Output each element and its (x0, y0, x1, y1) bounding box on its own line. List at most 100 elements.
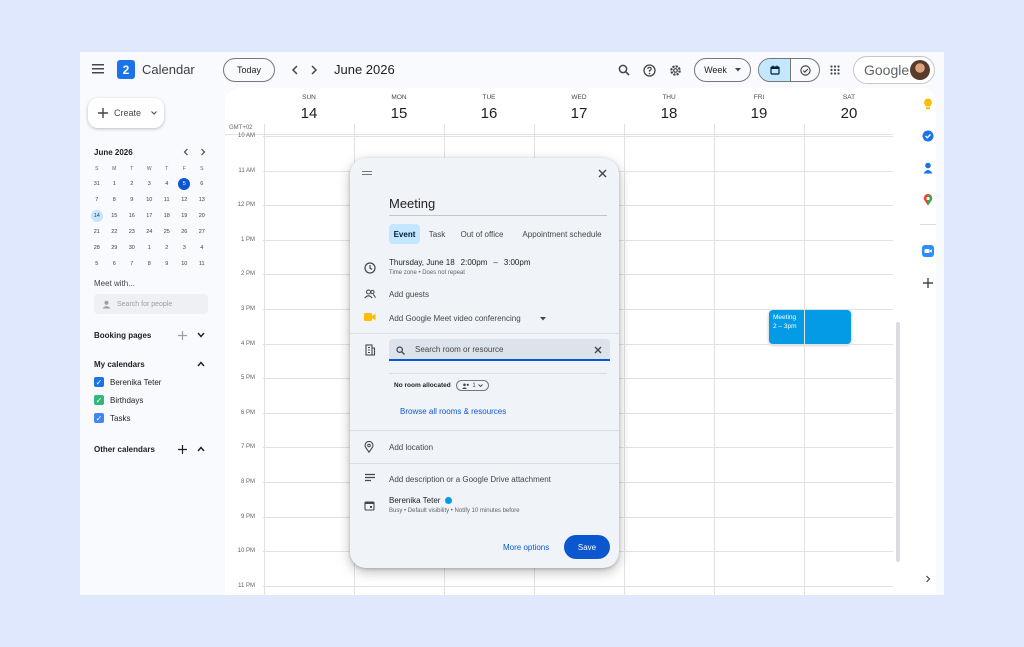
add-other-calendar-icon[interactable] (177, 444, 187, 454)
clear-search-icon[interactable] (593, 345, 603, 355)
owner-row[interactable]: Berenika Teter (389, 496, 453, 505)
capacity-chip[interactable]: 1 (456, 380, 489, 391)
create-button[interactable]: Create (88, 98, 164, 128)
grid-scrollbar[interactable] (896, 322, 900, 562)
mini-calendar-day[interactable]: 1 (141, 240, 159, 256)
mini-calendar-day[interactable]: 9 (158, 256, 176, 272)
mini-calendar-day[interactable]: 5 (88, 256, 106, 272)
mini-calendar-day[interactable]: 25 (158, 224, 176, 240)
previous-week-icon[interactable] (288, 63, 302, 77)
calendar-checkbox[interactable]: ✓ (94, 395, 104, 405)
mini-calendar-day[interactable]: 12 (176, 192, 194, 208)
day-header[interactable]: WED 17 (534, 88, 624, 122)
next-week-icon[interactable] (307, 63, 321, 77)
add-guests-field[interactable]: Add guests (389, 290, 429, 299)
more-options-button[interactable]: More options (503, 543, 549, 552)
other-calendars-chevron-up-icon[interactable] (196, 444, 206, 454)
day-number[interactable]: 15 (354, 105, 444, 122)
mini-calendar-day[interactable]: 22 (106, 224, 124, 240)
meet-dropdown-arrow-icon[interactable] (539, 315, 547, 323)
close-icon[interactable] (596, 167, 608, 179)
expand-side-panel-icon[interactable] (921, 572, 935, 586)
mini-calendar-day[interactable]: 18 (158, 208, 176, 224)
mini-calendar-day[interactable]: 2 (158, 240, 176, 256)
room-search-input[interactable]: Search room or resource (389, 339, 610, 361)
day-header[interactable]: SAT 20 (804, 88, 894, 122)
calendar-checkbox[interactable]: ✓ (94, 377, 104, 387)
mini-calendar-day[interactable]: 6 (106, 256, 124, 272)
tab-appointment-schedule[interactable]: Appointment schedule (516, 224, 608, 244)
day-number[interactable]: 19 (714, 105, 804, 122)
day-header[interactable]: THU 18 (624, 88, 714, 122)
mini-prev-month-icon[interactable] (181, 147, 191, 157)
my-calendars-chevron-up-icon[interactable] (196, 359, 206, 369)
search-people-input[interactable]: Search for people (94, 294, 208, 314)
main-menu-icon[interactable] (91, 62, 105, 76)
keep-icon[interactable] (921, 97, 935, 111)
drag-handle-icon[interactable] (360, 168, 374, 178)
tab-event[interactable]: Event (389, 224, 420, 244)
mini-calendar-day[interactable]: 3 (141, 176, 159, 192)
apps-grid-icon[interactable] (828, 63, 842, 77)
mini-calendar-day[interactable]: 26 (176, 224, 194, 240)
timezone-note[interactable]: Time zone • Does not repeat (389, 270, 465, 276)
day-header[interactable]: SUN 14 (264, 88, 354, 122)
mini-calendar-day[interactable]: 4 (158, 176, 176, 192)
mini-calendar-day[interactable]: 11 (193, 256, 211, 272)
mini-calendar-day[interactable]: 30 (123, 240, 141, 256)
settings-gear-icon[interactable] (668, 63, 682, 77)
add-meet-button[interactable]: Add Google Meet video conferencing (389, 314, 521, 323)
mini-calendar-day[interactable]: 27 (193, 224, 211, 240)
event-date[interactable]: Thursday, June 18 (389, 258, 455, 267)
mini-calendar-day[interactable]: 31 (88, 176, 106, 192)
mini-calendar-day[interactable]: 29 (106, 240, 124, 256)
mini-calendar-day[interactable]: 14 (88, 208, 106, 224)
today-button[interactable]: Today (223, 58, 275, 82)
day-number[interactable]: 18 (624, 105, 714, 122)
mini-calendar-day[interactable]: 4 (193, 240, 211, 256)
mini-calendar-day[interactable]: 11 (158, 192, 176, 208)
contacts-icon[interactable] (921, 161, 935, 175)
date-time-row[interactable]: Thursday, June 18 2:00pm – 3:00pm (389, 258, 531, 267)
mini-calendar-day[interactable]: 20 (193, 208, 211, 224)
tasks-view-toggle[interactable] (790, 59, 819, 81)
calendar-color-dot[interactable] (445, 497, 453, 504)
account-button[interactable]: Google (853, 56, 935, 84)
mini-calendar-day[interactable]: 3 (176, 240, 194, 256)
mini-next-month-icon[interactable] (198, 147, 208, 157)
mini-calendar-day[interactable]: 23 (123, 224, 141, 240)
booking-pages-chevron-down-icon[interactable] (196, 330, 206, 340)
mini-calendar-day[interactable]: 15 (106, 208, 124, 224)
tasks-icon[interactable] (921, 129, 935, 143)
add-description-field[interactable]: Add description or a Google Drive attach… (389, 475, 551, 484)
tab-out-of-office[interactable]: Out of office (456, 224, 508, 244)
event-end-time[interactable]: 3:00pm (504, 258, 531, 267)
save-button[interactable]: Save (564, 535, 610, 559)
mini-calendar-day[interactable]: 7 (123, 256, 141, 272)
calendar-name[interactable]: Berenika Teter (110, 378, 161, 387)
mini-calendar-day[interactable]: 8 (106, 192, 124, 208)
mini-calendar-day[interactable]: 1 (106, 176, 124, 192)
day-header[interactable]: FRI 19 (714, 88, 804, 122)
mini-calendar-day[interactable]: 17 (141, 208, 159, 224)
day-header[interactable]: TUE 16 (444, 88, 534, 122)
mini-calendar-day[interactable]: 10 (176, 256, 194, 272)
mini-calendar-day[interactable]: 8 (141, 256, 159, 272)
help-icon[interactable] (642, 63, 656, 77)
mini-calendar-day[interactable]: 24 (141, 224, 159, 240)
mini-calendar-day[interactable]: 19 (176, 208, 194, 224)
browse-rooms-link[interactable]: Browse all rooms & resources (400, 407, 506, 416)
calendar-view-toggle[interactable] (759, 59, 790, 81)
mini-calendar-day[interactable]: 16 (123, 208, 141, 224)
mini-calendar-day[interactable]: 9 (123, 192, 141, 208)
maps-icon[interactable] (921, 193, 935, 207)
meeting-event[interactable]: Meeting 2 – 3pm (769, 310, 851, 344)
add-location-field[interactable]: Add location (389, 443, 433, 452)
mini-calendar-day[interactable]: 10 (141, 192, 159, 208)
calendar-name[interactable]: Tasks (110, 414, 130, 423)
mini-calendar-day[interactable]: 7 (88, 192, 106, 208)
mini-calendar-day[interactable]: 21 (88, 224, 106, 240)
mini-calendar-day[interactable]: 2 (123, 176, 141, 192)
mini-calendar-day[interactable]: 6 (193, 176, 211, 192)
view-selector[interactable]: Week (694, 58, 751, 82)
